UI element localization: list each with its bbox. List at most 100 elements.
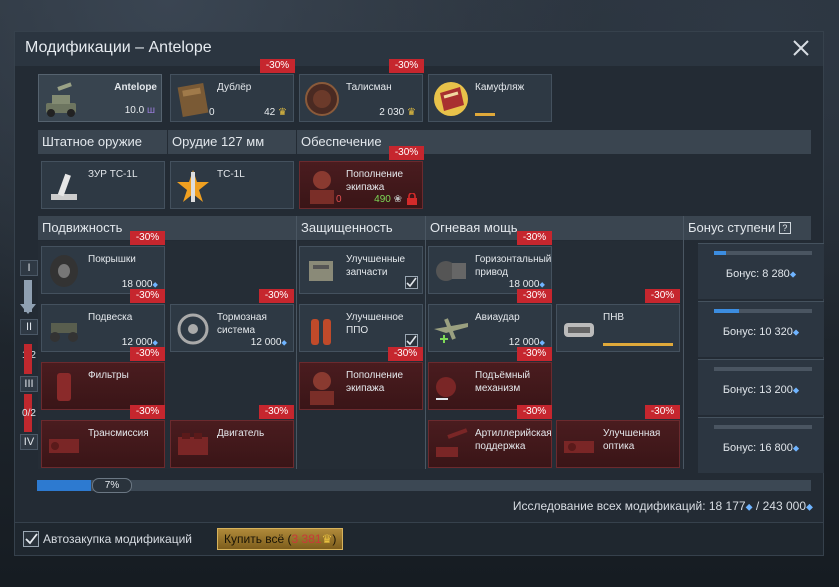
talisman-card[interactable]: Талисман 2 030 ♛	[299, 74, 423, 122]
discount-badge: -30%	[259, 289, 294, 303]
discount-badge: -30%	[388, 347, 423, 361]
brake-disc-icon	[174, 309, 212, 349]
mod-tires[interactable]: Покрышки 18 000⬥	[41, 246, 165, 294]
mod-name: ПНВ	[603, 312, 625, 323]
mod-suspension[interactable]: Подвеска 12 000⬥	[41, 304, 165, 352]
section-weapons: Штатное оружие	[38, 130, 167, 154]
mod-name: Фильтры	[88, 370, 129, 381]
vehicle-card[interactable]: Antelope 10.0 ш	[38, 74, 162, 122]
mod-transmission[interactable]: Трансмиссия	[41, 420, 165, 468]
backup-price: 42 ♛	[264, 107, 287, 118]
filter-icon	[45, 367, 83, 407]
camouflage-icon	[432, 79, 470, 119]
footer: Автозакупка модификаций Купить всё (3 38…	[15, 522, 823, 555]
tier-4-label: IV	[20, 434, 38, 450]
discount-badge: -30%	[517, 231, 552, 245]
mod-name: Двигатель	[217, 428, 265, 439]
mod-name: Тормозная система	[217, 312, 267, 336]
mod-nvd[interactable]: ПНВ	[556, 304, 680, 352]
talisman-name: Талисман	[346, 82, 392, 93]
close-button[interactable]	[791, 38, 811, 58]
mod-brakes[interactable]: Тормозная система 12 000⬥	[170, 304, 294, 352]
engine-icon	[174, 425, 212, 465]
launcher-icon	[45, 166, 83, 206]
tire-icon	[45, 251, 83, 291]
mod-engine[interactable]: Двигатель	[170, 420, 294, 468]
backup-count: 0	[209, 107, 215, 118]
bonus-progress	[714, 309, 812, 313]
discount-badge: -30%	[130, 289, 165, 303]
help-icon[interactable]: ?	[778, 222, 791, 234]
lock-icon	[406, 192, 418, 205]
tier-3-label: III	[20, 376, 38, 392]
missile-blast-icon	[174, 166, 212, 206]
divider	[425, 216, 426, 469]
discount-badge: -30%	[389, 146, 424, 160]
section-mobility: Подвижность	[38, 216, 296, 240]
night-vision-icon	[560, 309, 598, 349]
crew-replenish-name: Пополнение экипажа	[346, 169, 404, 193]
divider	[296, 216, 297, 469]
mod-name: Трансмиссия	[88, 428, 149, 439]
tier-bonus-2: Бонус: 10 320⬥	[698, 301, 824, 357]
section-support: Обеспечение	[297, 130, 811, 154]
researched-checkbox	[405, 276, 418, 289]
checkmark-icon	[25, 533, 38, 545]
tier-bar	[24, 344, 32, 374]
bonus-label: Бонус: 13 200⬥	[722, 384, 800, 396]
weapon-sam-card[interactable]: ЗУР TC-1L	[41, 161, 165, 209]
divider	[683, 216, 684, 469]
optics-icon	[560, 425, 598, 465]
tier-bonus-4: Бонус: 16 800⬥	[698, 417, 824, 473]
bonus-progress	[714, 425, 812, 429]
research-total: Исследование всех модификаций: 18 177⬥ /…	[512, 499, 813, 513]
eagle-icon: ♛	[321, 532, 333, 546]
aircraft-icon	[432, 309, 470, 349]
bonus-label: Бонус: 10 320⬥	[722, 326, 800, 338]
camouflage-card[interactable]: Камуфляж	[428, 74, 552, 122]
discount-badge: -30%	[130, 231, 165, 245]
tier-4-fraction: 0/2	[22, 408, 36, 419]
weapon-tc1l-card[interactable]: TC-1L	[170, 161, 294, 209]
discount-badge: -30%	[517, 289, 552, 303]
mod-fpe[interactable]: Улучшенное ППО	[299, 304, 423, 352]
backup-icon	[174, 79, 212, 119]
bonus-label: Бонус: 16 800⬥	[722, 442, 800, 454]
mod-artillery[interactable]: Артиллерийская поддержка	[428, 420, 552, 468]
mod-cost: 12 000⬥	[250, 337, 287, 348]
artillery-icon	[432, 425, 470, 465]
discount-badge: -30%	[517, 347, 552, 361]
talisman-icon	[303, 79, 341, 119]
autobuy-label: Автозакупка модификаций	[43, 532, 193, 546]
weapon-tc1l-name: TC-1L	[217, 169, 245, 180]
camouflage-name: Камуфляж	[475, 82, 525, 93]
discount-badge: -30%	[260, 59, 295, 73]
buy-all-button[interactable]: Купить всё (3 381♛)	[217, 528, 344, 550]
crew-backup-card[interactable]: Дублёр 0 42 ♛	[170, 74, 294, 122]
discount-badge: -30%	[645, 289, 680, 303]
nvd-progress	[603, 343, 673, 346]
crew-left-count: 0	[336, 194, 342, 205]
close-icon	[793, 40, 809, 56]
weapon-sam-name: ЗУР TC-1L	[88, 169, 138, 180]
mod-elevation[interactable]: Подъёмный механизм	[428, 362, 552, 410]
mod-traverse[interactable]: Горизонтальный привод 18 000⬥	[428, 246, 552, 294]
discount-badge: -30%	[259, 405, 294, 419]
mod-optics[interactable]: Улучшенная оптика	[556, 420, 680, 468]
autobuy-checkbox[interactable]	[23, 531, 39, 547]
mod-crew[interactable]: Пополнение экипажа	[299, 362, 423, 410]
transmission-icon	[45, 425, 83, 465]
vehicle-icon	[42, 79, 80, 119]
mod-filters[interactable]: Фильтры	[41, 362, 165, 410]
mod-name: Авиаудар	[475, 312, 520, 323]
vehicle-br: 10.0 ш	[124, 105, 155, 116]
crew-replenish-card[interactable]: Пополнение экипажа 0 490 ❀	[299, 161, 423, 209]
bonus-progress	[714, 367, 812, 371]
tier-bonus-1: Бонус: 8 280⬥	[698, 243, 824, 299]
mod-name: Артиллерийская поддержка	[475, 428, 552, 452]
section-firepower: Огневая мощь	[426, 216, 683, 240]
bonus-progress	[714, 251, 812, 255]
section-protection: Защищенность	[297, 216, 425, 240]
mod-airstrike[interactable]: Авиаудар 12 000⬥	[428, 304, 552, 352]
mod-parts[interactable]: Улучшенные запчасти	[299, 246, 423, 294]
